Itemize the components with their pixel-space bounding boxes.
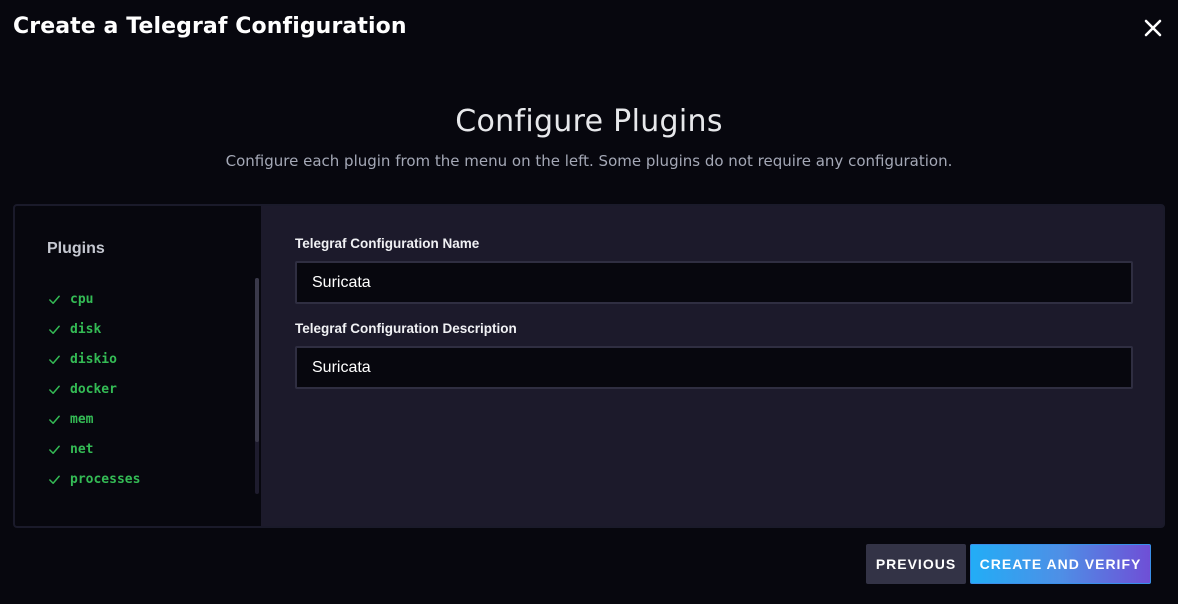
step-subheading: Configure each plugin from the menu on t… [225, 152, 953, 170]
modal-overlay: Create a Telegraf Configuration Configur… [0, 0, 1178, 604]
modal-title: Create a Telegraf Configuration [13, 14, 407, 39]
config-name-input[interactable] [312, 273, 1116, 292]
create-and-verify-button[interactable]: CREATE AND VERIFY [970, 544, 1151, 584]
sidebar-item-label: docker [70, 381, 117, 397]
sidebar-item-label: diskio [70, 351, 117, 367]
sidebar-item-mem[interactable]: mem [47, 404, 247, 434]
config-description-field[interactable] [295, 346, 1133, 389]
sidebar-title: Plugins [47, 240, 105, 257]
config-description-label: Telegraf Configuration Description [295, 321, 517, 336]
config-name-field[interactable] [295, 261, 1133, 304]
sidebar-item-net[interactable]: net [47, 434, 247, 464]
checkmark-icon [47, 412, 61, 426]
checkmark-icon [47, 292, 61, 306]
scrollbar-thumb[interactable] [255, 278, 259, 442]
config-description-input[interactable] [312, 358, 1116, 377]
checkmark-icon [47, 352, 61, 366]
sidebar-item-label: processes [70, 471, 141, 487]
plugins-sidebar: Plugins cpu disk diskio docker mem net p… [15, 206, 261, 526]
config-name-label: Telegraf Configuration Name [295, 236, 480, 251]
sidebar-item-cpu[interactable]: cpu [47, 284, 247, 314]
sidebar-item-label: cpu [70, 291, 94, 307]
previous-button[interactable]: PREVIOUS [866, 544, 966, 584]
sidebar-item-label: disk [70, 321, 102, 337]
checkmark-icon [47, 442, 61, 456]
checkmark-icon [47, 322, 61, 336]
plugin-list: cpu disk diskio docker mem net processes [47, 284, 247, 494]
sidebar-item-label: net [70, 441, 94, 457]
sidebar-item-disk[interactable]: disk [47, 314, 247, 344]
sidebar-scrollbar[interactable] [255, 278, 259, 494]
checkmark-icon [47, 382, 61, 396]
checkmark-icon [47, 472, 61, 486]
sidebar-item-docker[interactable]: docker [47, 374, 247, 404]
sidebar-item-diskio[interactable]: diskio [47, 344, 247, 374]
sidebar-item-label: mem [70, 411, 94, 427]
config-form: Telegraf Configuration Name Telegraf Con… [295, 206, 1135, 526]
close-icon [1144, 19, 1162, 37]
configure-panel: Plugins cpu disk diskio docker mem net p… [13, 204, 1165, 528]
step-heading: Configure Plugins [455, 104, 723, 139]
sidebar-item-processes[interactable]: processes [47, 464, 247, 494]
close-button[interactable] [1141, 16, 1165, 40]
